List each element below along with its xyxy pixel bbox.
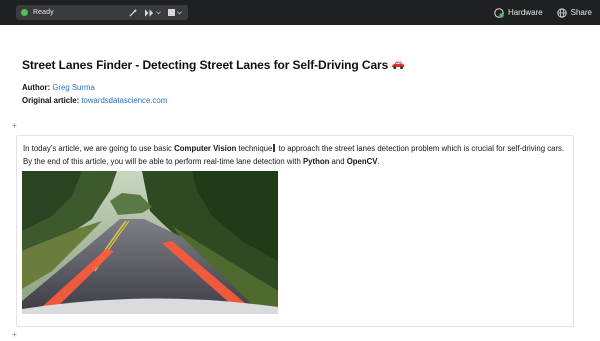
run-icon[interactable] bbox=[145, 8, 154, 17]
para-text-2: technique bbox=[236, 144, 273, 153]
lane-detection-image bbox=[22, 171, 278, 314]
status-text: Ready bbox=[33, 9, 54, 16]
para-bold-python: Python bbox=[302, 156, 330, 166]
add-cell-button-bottom[interactable]: + bbox=[11, 331, 18, 339]
author-link[interactable]: Greg Surma bbox=[52, 83, 94, 92]
status-tools bbox=[129, 5, 182, 20]
para-text-1: In today’s article, we are going to use … bbox=[23, 144, 175, 153]
para-bold-computer-vision: Computer Vision bbox=[174, 144, 237, 153]
author-label: Author: bbox=[22, 83, 51, 92]
author-line: Author: Greg Surma bbox=[22, 83, 95, 92]
run-group[interactable] bbox=[145, 8, 161, 17]
hardware-label: Hardware bbox=[507, 8, 543, 17]
para-bold-opencv: OpenCV bbox=[346, 156, 378, 166]
car-icon bbox=[392, 61, 405, 70]
stop-group[interactable] bbox=[168, 9, 182, 16]
status-indicator-dot bbox=[21, 9, 28, 16]
globe-icon bbox=[556, 7, 567, 18]
page-title: Street Lanes Finder - Detecting Street L… bbox=[22, 58, 405, 72]
top-bar: Ready Hardware Share bbox=[0, 0, 600, 25]
para-text-4: and bbox=[329, 156, 347, 166]
add-cell-button[interactable]: + bbox=[11, 122, 18, 130]
share-label: Share bbox=[570, 8, 592, 17]
hardware-icon bbox=[494, 7, 504, 18]
page-title-text: Street Lanes Finder - Detecting Street L… bbox=[22, 58, 389, 72]
top-right-actions: Hardware Share bbox=[494, 0, 592, 25]
article-label: Original article: bbox=[22, 96, 80, 105]
para-text-5: . bbox=[377, 156, 380, 166]
share-button[interactable]: Share bbox=[556, 7, 592, 18]
article-link[interactable]: towardsdatascience.com bbox=[81, 96, 167, 105]
wand-icon[interactable] bbox=[129, 8, 138, 17]
hardware-button[interactable]: Hardware bbox=[494, 7, 543, 18]
stop-icon[interactable] bbox=[168, 9, 175, 16]
road-scene bbox=[22, 171, 278, 314]
chevron-down-icon[interactable] bbox=[156, 10, 161, 15]
article-line: Original article: towardsdatascience.com bbox=[22, 96, 167, 105]
kernel-status-bar[interactable]: Ready bbox=[16, 5, 188, 20]
intro-paragraph: In today’s article, we are going to use … bbox=[23, 143, 567, 168]
chevron-down-icon[interactable] bbox=[177, 10, 182, 15]
